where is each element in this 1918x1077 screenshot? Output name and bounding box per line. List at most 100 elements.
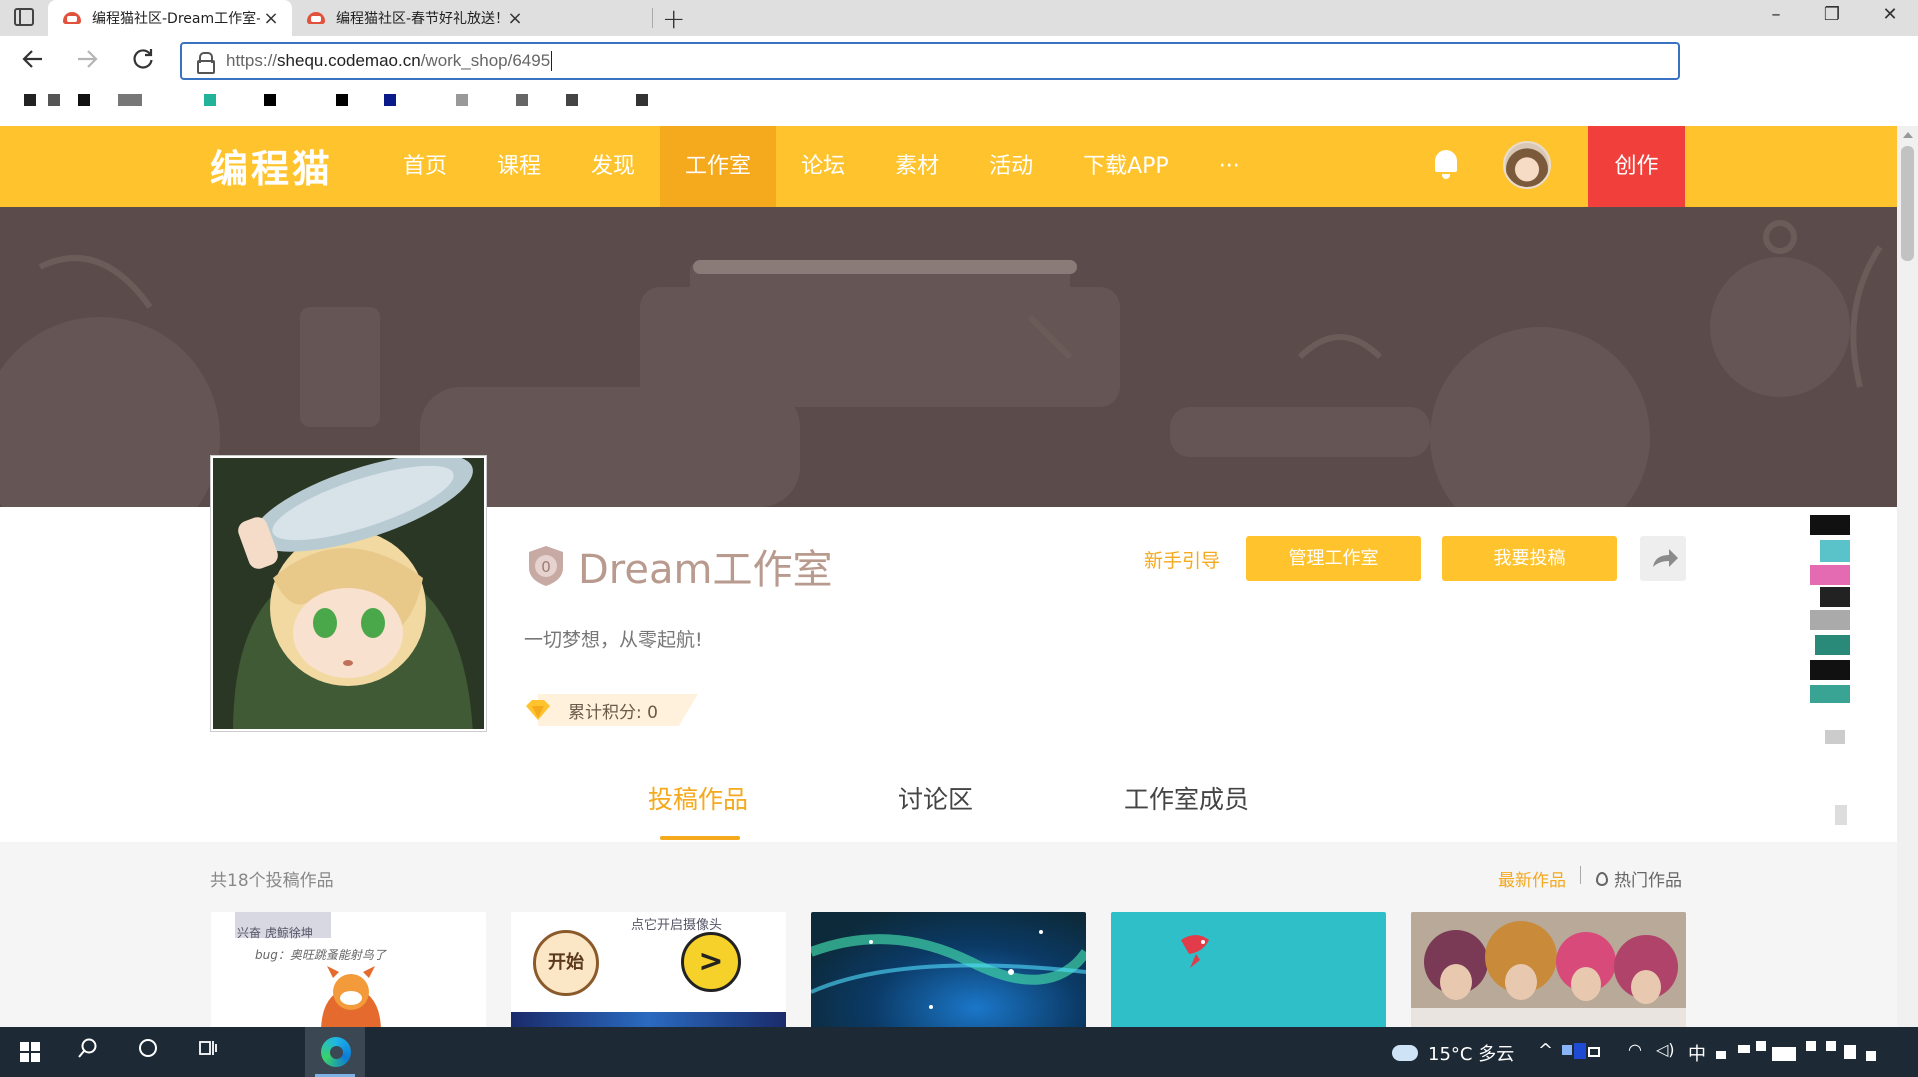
nav-home[interactable]: 首页 <box>378 126 472 207</box>
lock-icon[interactable] <box>196 52 215 74</box>
sort-hot-link[interactable]: 热门作品 <box>1596 866 1682 891</box>
address-url: https://shequ.codemao.cn/work_shop/6495 <box>226 50 553 72</box>
back-button[interactable] <box>16 46 50 78</box>
nav-events[interactable]: 活动 <box>964 126 1058 207</box>
work-card-2[interactable]: 点它开启摄像头 开始 > <box>511 912 786 1032</box>
arrow-right-icon <box>78 50 98 68</box>
beginner-guide-link[interactable]: 新手引导 <box>1144 546 1220 573</box>
nav-forum[interactable]: 论坛 <box>776 126 870 207</box>
points-label: 累计积分: 0 <box>568 702 658 723</box>
address-bar[interactable]: https://shequ.codemao.cn/work_shop/6495 <box>180 42 1680 80</box>
weather-widget[interactable]: 15°C 多云 <box>1392 1040 1514 1066</box>
svg-text:0: 0 <box>541 558 551 576</box>
nav-download-app[interactable]: 下载APP <box>1058 126 1194 207</box>
bookmark-item[interactable] <box>384 94 396 106</box>
browser-tab[interactable]: 编程猫社区-春节好礼放送！加入 × <box>292 0 536 36</box>
weather-text: 15°C 多云 <box>1428 1044 1515 1065</box>
sort-divider <box>1580 866 1581 884</box>
works-section: 共18个投稿作品 最新作品 热门作品 兴奋 虎鲸徐坤 bug：奥旺跳蚤能射鸟了 … <box>0 842 1897 1032</box>
site-nav: 首页 课程 发现 工作室 论坛 素材 活动 下载APP ··· <box>378 126 1265 207</box>
bell-icon[interactable] <box>1432 146 1460 180</box>
tab-divider <box>652 8 653 28</box>
bookmark-item[interactable] <box>78 94 90 106</box>
bookmark-item[interactable] <box>566 94 578 106</box>
maximize-button[interactable]: ❐ <box>1812 4 1852 25</box>
codemao-favicon-icon <box>62 10 82 26</box>
studio-tabs: 投稿作品 讨论区 工作室成员 <box>0 780 1897 842</box>
page-scrollbar[interactable] <box>1897 126 1918 1027</box>
manage-studio-button[interactable]: 管理工作室 <box>1246 536 1421 581</box>
nav-courses[interactable]: 课程 <box>472 126 566 207</box>
nav-more[interactable]: ··· <box>1194 126 1265 207</box>
edge-browser-taskbar-button[interactable] <box>305 1027 365 1077</box>
window-close-button[interactable]: ✕ <box>1870 4 1910 25</box>
tray-clock-redacted[interactable] <box>1716 1041 1906 1063</box>
studio-avatar-image <box>213 458 484 729</box>
start-button-image: 开始 <box>533 930 599 996</box>
flame-icon <box>1596 871 1608 886</box>
cortana-icon[interactable] <box>128 1037 168 1065</box>
active-tab-underline <box>660 836 740 840</box>
sort-hot-label: 热门作品 <box>1614 871 1682 891</box>
minimize-button[interactable]: – <box>1756 4 1796 25</box>
work-card-3[interactable] <box>811 912 1086 1032</box>
tab-close-icon[interactable]: × <box>260 8 282 29</box>
tray-chevron-icon[interactable]: ^ <box>1538 1040 1553 1061</box>
bookmark-item[interactable] <box>264 94 276 106</box>
volume-icon[interactable]: ◁) <box>1656 1040 1675 1059</box>
bookmark-item[interactable] <box>118 94 142 106</box>
bookmark-item[interactable] <box>24 94 36 106</box>
tab-submitted-works[interactable]: 投稿作品 <box>648 780 748 816</box>
user-avatar[interactable] <box>1503 141 1551 189</box>
bird-thumbnail <box>1181 935 1209 968</box>
nav-materials[interactable]: 素材 <box>870 126 964 207</box>
forward-button[interactable] <box>70 46 104 78</box>
codemao-logo[interactable]: 编程猫 <box>210 138 333 193</box>
arrow-button-image: > <box>681 932 741 992</box>
photo-thumbnail <box>1411 912 1686 1032</box>
diamond-icon <box>524 699 552 721</box>
fox-character-icon <box>321 966 381 1032</box>
task-view-icon[interactable] <box>188 1037 228 1065</box>
submit-work-button[interactable]: 我要投稿 <box>1442 536 1617 581</box>
level-badge-icon: 0 <box>526 544 566 588</box>
tab-members[interactable]: 工作室成员 <box>1124 780 1249 816</box>
network-icon[interactable]: ◠ <box>1628 1040 1642 1059</box>
bookmark-item[interactable] <box>456 94 468 106</box>
tab-actions-icon[interactable] <box>14 8 34 26</box>
edge-icon <box>321 1037 351 1067</box>
scrollbar-thumb[interactable] <box>1901 146 1914 261</box>
reload-icon <box>133 49 153 69</box>
starry-thumbnail <box>811 930 1086 1009</box>
search-icon[interactable] <box>68 1037 108 1065</box>
nav-studio[interactable]: 工作室 <box>660 126 777 207</box>
nav-discover[interactable]: 发现 <box>566 126 660 207</box>
browser-tab-active[interactable]: 编程猫社区-Dream工作室-一起学 × <box>48 0 292 36</box>
card-caption: 点它开启摄像头 <box>631 918 723 933</box>
bookmarks-bar <box>0 86 1918 126</box>
work-card-4[interactable] <box>1111 912 1386 1032</box>
bookmark-item[interactable] <box>204 94 216 106</box>
new-tab-button[interactable]: + <box>662 2 685 35</box>
browser-toolbar: https://shequ.codemao.cn/work_shop/6495 <box>0 36 1918 86</box>
create-button[interactable]: 创作 <box>1588 126 1685 207</box>
arrow-left-icon <box>22 50 42 68</box>
ime-indicator[interactable]: 中 <box>1688 1040 1706 1066</box>
tab-close-icon[interactable]: × <box>504 8 526 29</box>
work-card-5[interactable] <box>1411 912 1686 1032</box>
reload-button[interactable] <box>126 46 160 78</box>
tray-icons[interactable] <box>1562 1043 1602 1061</box>
scroll-up-icon[interactable] <box>1903 132 1913 138</box>
bookmark-item[interactable] <box>636 94 648 106</box>
share-button[interactable] <box>1640 536 1686 581</box>
bookmark-item[interactable] <box>48 94 60 106</box>
studio-title-row: 0 Dream工作室 <box>526 537 832 595</box>
sort-latest-link[interactable]: 最新作品 <box>1498 866 1566 891</box>
tab-title: 编程猫社区-Dream工作室-一起学 <box>92 11 260 27</box>
tab-discussion[interactable]: 讨论区 <box>898 780 973 816</box>
work-card-1[interactable]: 兴奋 虎鲸徐坤 bug：奥旺跳蚤能射鸟了 <box>211 912 486 1032</box>
bookmark-item[interactable] <box>336 94 348 106</box>
bookmark-item[interactable] <box>516 94 528 106</box>
cloud-icon <box>1392 1045 1418 1061</box>
windows-start-icon[interactable] <box>20 1042 40 1062</box>
